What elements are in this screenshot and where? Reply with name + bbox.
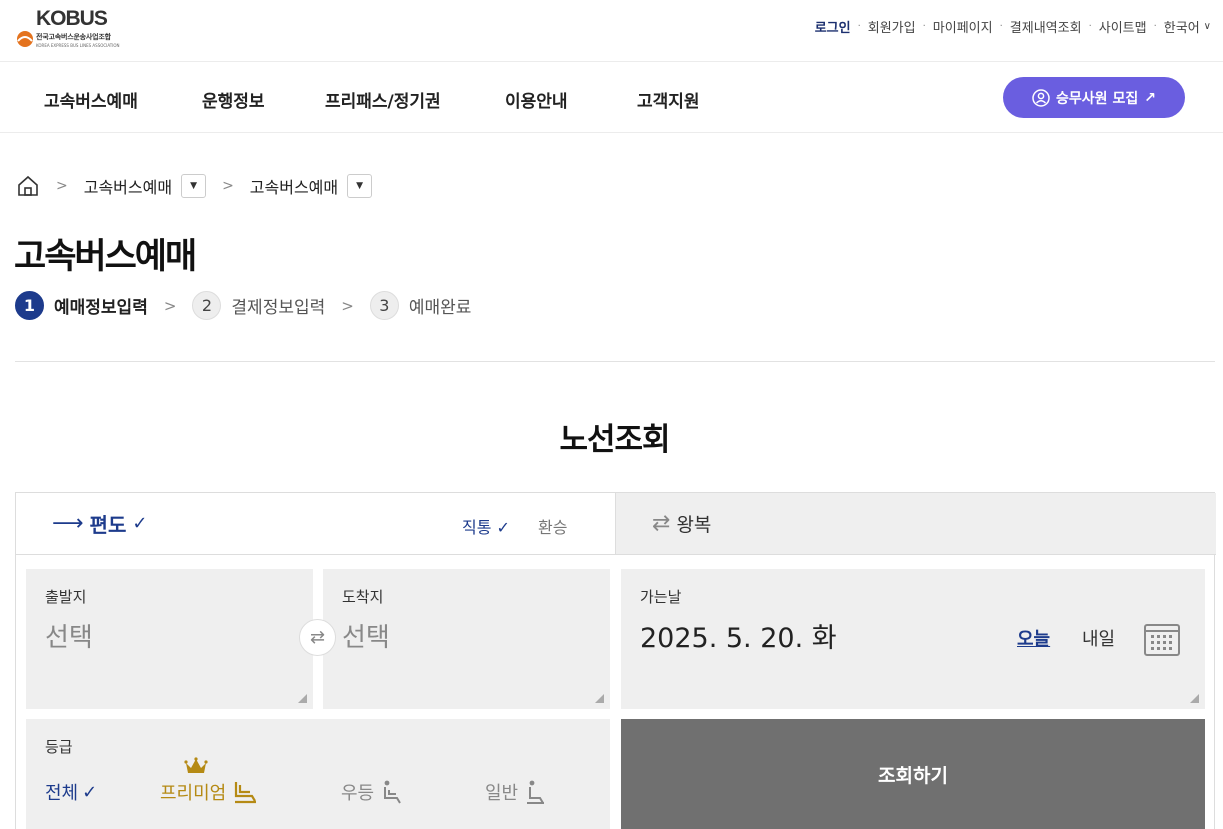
logo-subtitle-en: KOREA EXPRESS BUS LINES ASSOCIATION	[36, 43, 120, 48]
grade-option-premium[interactable]: 프리미엄	[160, 779, 258, 805]
step-number: 3	[369, 291, 399, 320]
step-2: 2 결제정보입력	[192, 291, 325, 320]
language-select[interactable]: 한국어 ∨	[1164, 17, 1211, 36]
breadcrumb-level1[interactable]: 고속버스예매	[84, 174, 172, 198]
booking-steps: 1 예매정보입력 > 2 결제정보입력 > 3 예매완료	[15, 291, 471, 320]
separator: ·	[999, 21, 1003, 32]
grade-option-excellent[interactable]: 우등	[341, 779, 406, 805]
direct-label: 직통	[462, 518, 492, 537]
home-icon[interactable]	[16, 174, 40, 198]
search-button[interactable]: 조회하기	[621, 719, 1205, 829]
tab-one-way[interactable]: ⟶ 편도 ✓ 직통 ✓ 환승	[16, 493, 615, 555]
step-number: 2	[192, 291, 222, 320]
tab-round-trip[interactable]: ⇄ 왕복	[615, 493, 1216, 555]
step-label: 예매정보입력	[54, 298, 148, 318]
separator: ·	[1088, 21, 1092, 32]
breadcrumb-level2[interactable]: 고속버스예매	[250, 174, 338, 198]
swap-stations-button[interactable]: ⇄	[299, 619, 336, 656]
arrival-value: 선택	[342, 623, 390, 653]
nav-item-support[interactable]: 고객지원	[637, 87, 700, 112]
departure-value: 선택	[45, 623, 93, 653]
signup-link[interactable]: 회원가입	[868, 17, 916, 36]
date-field[interactable]: 가는날 2025. 5. 20. 화 오늘 내일	[621, 569, 1205, 709]
corner-marker	[595, 694, 604, 703]
page-title: 고속버스예매	[14, 237, 197, 277]
separator: ·	[1153, 21, 1157, 32]
today-button[interactable]: 오늘	[1017, 625, 1050, 651]
grade-option-normal[interactable]: 일반	[485, 779, 550, 805]
step-number: 1	[15, 291, 44, 320]
external-link-icon: ↗	[1144, 89, 1156, 106]
corner-marker	[1190, 694, 1199, 703]
check-icon: ✓	[496, 518, 510, 537]
main-nav: 고속버스예매 운행정보 프리패스/정기권 이용안내 고객지원 승무사원 모집 ↗	[0, 63, 1223, 133]
nav-item-freepass[interactable]: 프리패스/정기권	[325, 87, 441, 112]
grade-premium-label: 프리미엄	[160, 783, 227, 804]
chevron-right-icon: >	[341, 296, 354, 315]
direct-option[interactable]: 직통 ✓	[462, 514, 510, 538]
excellent-seat-icon	[384, 780, 401, 804]
logo-word: KOBUS	[36, 7, 108, 30]
separator: ·	[857, 21, 861, 32]
logo-mark-icon	[17, 31, 33, 47]
chevron-down-icon: ∨	[1203, 21, 1211, 32]
arrow-right-icon: ⟶	[52, 511, 84, 536]
language-label: 한국어	[1163, 21, 1200, 36]
breadcrumb: > 고속버스예매 ▼ > 고속버스예매 ▼	[16, 172, 373, 200]
arrival-label: 도착지	[342, 588, 384, 606]
grade-all-label: 전체	[45, 783, 79, 804]
normal-seat-icon	[527, 780, 545, 804]
check-icon: ✓	[132, 513, 148, 534]
one-way-option[interactable]: ⟶ 편도 ✓	[52, 509, 147, 538]
one-way-label: 편도	[89, 513, 127, 537]
divider	[15, 361, 1215, 362]
recruit-button[interactable]: 승무사원 모집 ↗	[1003, 77, 1185, 118]
date-value: 2025. 5. 20. 화	[640, 623, 837, 654]
grade-field: 등급 전체 ✓ 프리미엄 우등 일반	[26, 719, 610, 829]
breadcrumb-dropdown-1[interactable]: ▼	[181, 174, 207, 198]
crown-icon	[184, 757, 208, 773]
utility-links: 로그인 · 회원가입 · 마이페이지 · 결제내역조회 · 사이트맵 · 한국어…	[815, 17, 1211, 36]
kobus-logo[interactable]: KOBUS 전국고속버스운송사업조합 KOREA EXPRESS BUS LIN…	[14, 7, 134, 53]
step-label: 결제정보입력	[231, 298, 326, 318]
departure-field[interactable]: 출발지 선택	[26, 569, 313, 709]
grade-normal-label: 일반	[485, 783, 519, 804]
recruit-button-label: 승무사원 모집	[1056, 90, 1139, 107]
grade-label: 등급	[45, 738, 73, 756]
user-search-icon	[1032, 88, 1050, 107]
nav-item-guide[interactable]: 이용안내	[505, 87, 568, 112]
grade-option-all[interactable]: 전체 ✓	[45, 779, 97, 805]
login-link[interactable]: 로그인	[815, 17, 851, 36]
payment-history-link[interactable]: 결제내역조회	[1010, 17, 1082, 36]
breadcrumb-dropdown-2[interactable]: ▼	[347, 174, 373, 198]
section-title: 노선조회	[559, 422, 670, 458]
premium-seat-icon	[235, 782, 257, 804]
step-1: 1 예매정보입력	[15, 291, 148, 320]
chevron-right-icon: >	[163, 296, 177, 315]
top-utility-bar: KOBUS 전국고속버스운송사업조합 KOREA EXPRESS BUS LIN…	[0, 0, 1223, 62]
date-label: 가는날	[640, 588, 682, 606]
corner-marker	[298, 694, 307, 703]
chevron-right-icon: >	[56, 178, 68, 194]
arrival-field[interactable]: 도착지 선택	[323, 569, 610, 709]
calendar-icon[interactable]	[1143, 621, 1181, 657]
step-label: 예매완료	[408, 298, 472, 318]
step-3: 3 예매완료	[369, 291, 472, 320]
round-trip-label: 왕복	[676, 514, 712, 536]
swap-arrows-icon: ⇄	[652, 511, 671, 536]
nav-item-operation-info[interactable]: 운행정보	[202, 87, 265, 112]
chevron-right-icon: >	[222, 178, 234, 194]
sitemap-link[interactable]: 사이트맵	[1099, 17, 1147, 36]
check-icon: ✓	[82, 781, 98, 803]
logo-subtitle: 전국고속버스운송사업조합	[36, 33, 111, 41]
grade-excellent-label: 우등	[341, 783, 375, 804]
transfer-option[interactable]: 환승	[538, 514, 567, 538]
separator: ·	[922, 21, 926, 32]
nav-item-booking[interactable]: 고속버스예매	[44, 87, 138, 112]
departure-label: 출발지	[45, 588, 87, 606]
mypage-link[interactable]: 마이페이지	[933, 17, 993, 36]
route-search-panel: ⟶ 편도 ✓ 직통 ✓ 환승 ⇄ 왕복 출발지 선택 도착지 선택 ⇄ 가는날 …	[15, 492, 1216, 829]
tomorrow-button[interactable]: 내일	[1082, 625, 1115, 651]
